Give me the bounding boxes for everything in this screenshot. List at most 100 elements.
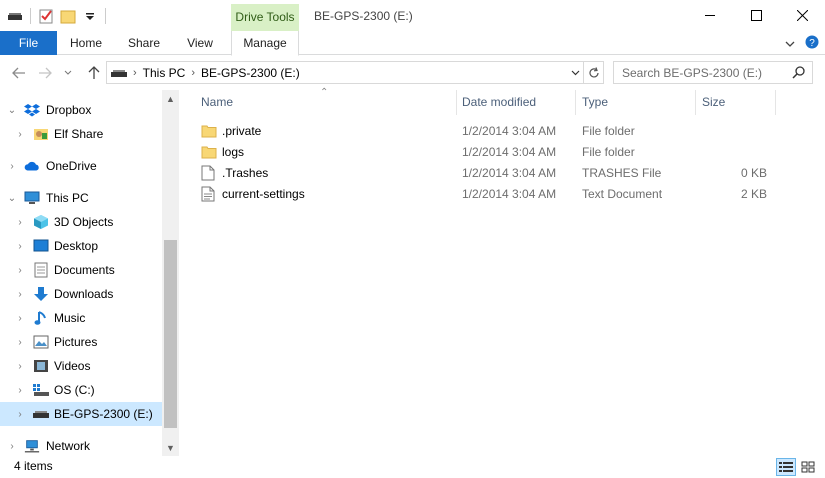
nav-label: OneDrive (46, 159, 97, 173)
chevron-right-icon[interactable]: › (14, 241, 26, 252)
scroll-thumb[interactable] (164, 240, 177, 428)
search-input[interactable]: Search BE-GPS-2300 (E:) (613, 61, 813, 84)
nav-label: BE-GPS-2300 (E:) (54, 407, 153, 421)
recent-locations-button[interactable] (62, 64, 74, 82)
nav-item-pictures[interactable]: › Pictures (0, 331, 162, 353)
table-row[interactable]: logs 1/2/2014 3:04 AM File folder (197, 142, 787, 163)
table-row[interactable]: .private 1/2/2014 3:04 AM File folder (197, 121, 787, 142)
column-header-type[interactable]: Type (578, 90, 696, 115)
text-document-icon (201, 186, 217, 202)
file-date: 1/2/2014 3:04 AM (462, 166, 557, 180)
file-name[interactable]: .Trashes (222, 166, 268, 180)
help-icon[interactable]: ? (805, 35, 819, 52)
maximize-button[interactable] (733, 0, 779, 31)
large-icons-view-icon (801, 461, 815, 473)
column-header-size[interactable]: Size (698, 90, 776, 115)
up-arrow-icon (88, 66, 100, 79)
nav-item-this-pc[interactable]: ⌄ This PC (0, 187, 162, 209)
nav-item-onedrive[interactable]: › OneDrive (0, 155, 162, 177)
nav-label: Dropbox (46, 103, 92, 117)
chevron-right-icon[interactable]: › (14, 361, 26, 372)
refresh-icon (588, 66, 599, 77)
nav-item-3d-objects[interactable]: › 3D Objects (0, 211, 162, 233)
file-name[interactable]: .private (222, 124, 261, 138)
nav-label: Pictures (54, 335, 98, 349)
chevron-right-icon[interactable]: › (191, 67, 195, 79)
file-date: 1/2/2014 3:04 AM (462, 124, 557, 138)
chevron-right-icon[interactable]: › (133, 67, 137, 79)
network-icon (24, 438, 40, 454)
svg-text:?: ? (809, 38, 815, 49)
nav-scrollbar[interactable]: ▲ ▼ (162, 90, 179, 456)
tab-view[interactable]: View (176, 31, 224, 55)
chevron-right-icon[interactable]: › (6, 441, 18, 452)
minimize-button[interactable] (687, 0, 733, 31)
chevron-right-icon[interactable]: › (14, 313, 26, 324)
file-type: File folder (582, 145, 635, 159)
nav-label: Videos (54, 359, 91, 373)
column-header-date[interactable]: Date modified (458, 90, 576, 115)
chevron-right-icon[interactable]: › (14, 129, 26, 140)
search-placeholder: Search BE-GPS-2300 (E:) (622, 65, 763, 80)
nav-item-downloads[interactable]: › Downloads (0, 283, 162, 305)
table-row[interactable]: current-settings 1/2/2014 3:04 AM Text D… (197, 184, 787, 205)
download-icon (33, 286, 49, 302)
nav-item-dropbox[interactable]: ⌄ Dropbox (0, 99, 162, 121)
item-count: 4 items (14, 459, 53, 473)
chevron-down-icon[interactable]: ⌄ (6, 105, 18, 116)
scroll-up-icon[interactable]: ▲ (162, 90, 179, 107)
large-icons-view-button[interactable] (798, 458, 818, 476)
chevron-right-icon[interactable]: › (14, 337, 26, 348)
address-bar[interactable]: › This PC › BE-GPS-2300 (E:) (106, 61, 584, 84)
tab-home[interactable]: Home (60, 31, 112, 55)
address-history-button[interactable] (566, 61, 584, 84)
back-button[interactable] (10, 64, 28, 82)
status-bar: 4 items (0, 456, 825, 478)
drive-icon[interactable] (6, 7, 24, 25)
chevron-right-icon[interactable]: › (14, 217, 26, 228)
breadcrumb-this-pc[interactable]: This PC (143, 66, 186, 80)
videos-icon (33, 358, 49, 374)
table-row[interactable]: .Trashes 1/2/2014 3:04 AM TRASHES File 0… (197, 163, 787, 184)
nav-item-videos[interactable]: › Videos (0, 355, 162, 377)
nav-item-gps-drive[interactable]: › BE-GPS-2300 (E:) (0, 402, 162, 426)
new-folder-icon[interactable] (59, 7, 77, 25)
file-icon (201, 165, 217, 181)
nav-item-elf-share[interactable]: › Elf Share (0, 123, 162, 145)
expand-ribbon-icon[interactable] (785, 37, 795, 51)
nav-item-os-drive[interactable]: › OS (C:) (0, 379, 162, 401)
up-button[interactable] (85, 64, 103, 82)
forward-button[interactable] (36, 64, 54, 82)
scroll-down-icon[interactable]: ▼ (162, 439, 179, 456)
nav-item-network[interactable]: › Network (0, 435, 162, 457)
tab-manage[interactable]: Manage (231, 31, 299, 56)
search-icon[interactable] (792, 65, 806, 82)
file-name[interactable]: logs (222, 145, 244, 159)
chevron-down-icon[interactable]: ⌄ (6, 193, 18, 204)
tab-share[interactable]: Share (118, 31, 170, 55)
chevron-right-icon[interactable]: › (14, 409, 26, 420)
file-type: TRASHES File (582, 166, 662, 180)
refresh-button[interactable] (584, 61, 604, 84)
chevron-right-icon[interactable]: › (6, 161, 18, 172)
folder-icon (201, 144, 217, 160)
close-button[interactable] (779, 0, 825, 31)
chevron-right-icon[interactable]: › (14, 289, 26, 300)
nav-item-documents[interactable]: › Documents (0, 259, 162, 281)
chevron-right-icon[interactable]: › (14, 265, 26, 276)
breadcrumb-drive[interactable]: BE-GPS-2300 (E:) (201, 66, 300, 80)
customize-toolbar-icon[interactable] (81, 7, 99, 25)
navigation-pane: ⌄ Dropbox › Elf Share › OneDrive ⌄ This … (0, 90, 179, 456)
properties-icon[interactable] (37, 7, 55, 25)
details-view-button[interactable] (776, 458, 796, 476)
chevron-right-icon[interactable]: › (14, 385, 26, 396)
usb-drive-icon (33, 406, 49, 422)
tab-file[interactable]: File (0, 31, 57, 55)
nav-item-desktop[interactable]: › Desktop (0, 235, 162, 257)
nav-item-music[interactable]: › Music (0, 307, 162, 329)
close-icon (796, 10, 808, 21)
column-header-name[interactable]: Name (197, 90, 457, 115)
os-drive-icon (33, 382, 49, 398)
file-name[interactable]: current-settings (222, 187, 305, 201)
minimize-icon (704, 15, 715, 16)
